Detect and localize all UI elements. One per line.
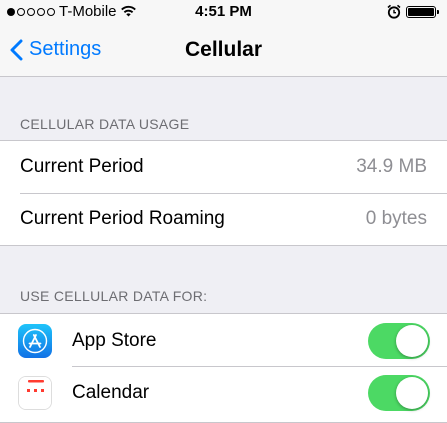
calendar-cellular-toggle[interactable]: [368, 375, 430, 411]
section-header-usage: CELLULAR DATA USAGE: [20, 116, 190, 132]
app-label: App Store: [72, 330, 157, 351]
section-header-apps: USE CELLULAR DATA FOR:: [20, 288, 208, 304]
calendar-icon: [18, 376, 52, 410]
battery-level-fill: [408, 8, 434, 16]
app-store-icon: [18, 324, 52, 358]
usage-group: Current Period 34.9 MB Current Period Ro…: [0, 140, 447, 246]
app-row-app-store: App Store: [0, 314, 447, 366]
app-store-cellular-toggle[interactable]: [368, 323, 430, 359]
current-period-row: Current Period 34.9 MB: [0, 141, 447, 193]
app-label: Calendar: [72, 382, 150, 403]
alarm-clock-icon: [387, 4, 401, 23]
page-title: Cellular: [184, 38, 263, 61]
row-label: Current Period: [20, 156, 144, 177]
row-value: 0 bytes: [365, 208, 427, 229]
status-time: 4:51 PM: [195, 3, 252, 20]
apps-group: App Store Calendar: [0, 313, 447, 423]
toggle-knob: [396, 377, 428, 409]
row-value: 34.9 MB: [356, 156, 427, 177]
toggle-knob: [396, 325, 428, 357]
app-row-calendar: Calendar: [0, 366, 447, 418]
battery-icon: [406, 6, 439, 18]
status-bar: T-Mobile 4:51 PM: [0, 0, 447, 24]
row-label: Current Period Roaming: [20, 208, 225, 229]
navigation-bar: Settings Cellular: [0, 24, 447, 77]
current-period-roaming-row: Current Period Roaming 0 bytes: [0, 193, 447, 245]
